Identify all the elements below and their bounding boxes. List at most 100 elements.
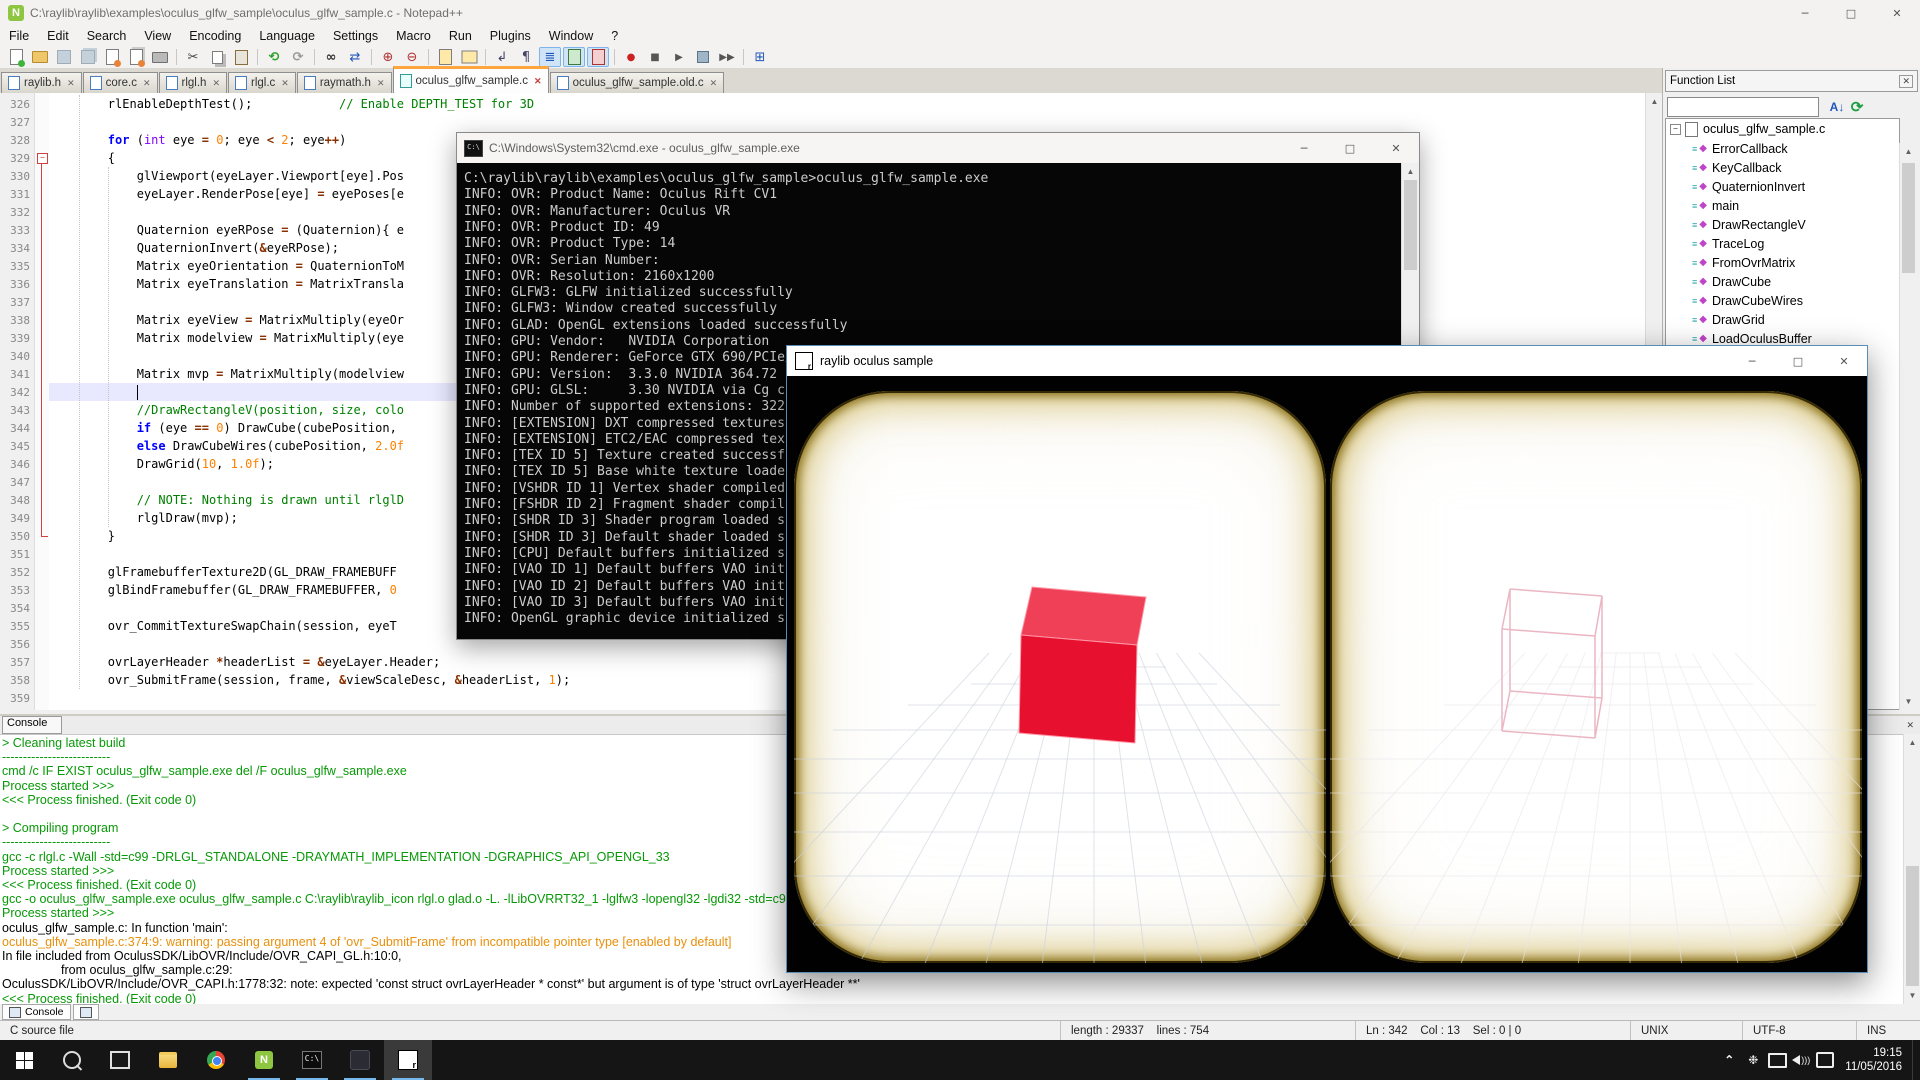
function-list-icon[interactable] xyxy=(587,47,609,67)
console-scrollbar[interactable]: ▲ ▼ xyxy=(1903,734,1920,1004)
doc-switcher-icon[interactable]: ⊞ xyxy=(749,47,771,67)
hidden-icons-chevron[interactable]: ⌃ xyxy=(1717,1040,1741,1080)
menu-plugins[interactable]: Plugins xyxy=(481,27,540,45)
fold-margin[interactable] xyxy=(35,93,49,710)
function-item-main[interactable]: ≡◆main xyxy=(1666,196,1899,215)
zoom-out-icon[interactable]: ⊖ xyxy=(401,47,423,67)
action-center-icon[interactable] xyxy=(1813,1040,1837,1080)
tab-raylib.h[interactable]: raylib.h✕ xyxy=(1,72,82,93)
taskbar-oculus-app[interactable] xyxy=(336,1040,384,1080)
taskbar-start[interactable] xyxy=(0,1040,48,1080)
sync-vertical-icon[interactable] xyxy=(434,47,456,67)
paste-icon[interactable] xyxy=(230,47,252,67)
taskbar-notepadpp[interactable]: N xyxy=(240,1040,288,1080)
tab-close-icon[interactable]: ✕ xyxy=(281,78,289,89)
function-item-DrawCubeWires[interactable]: ≡◆DrawCubeWires xyxy=(1666,291,1899,310)
tab-rlgl.c[interactable]: rlgl.c✕ xyxy=(228,72,296,93)
play-macro-icon[interactable]: ▶ xyxy=(668,47,690,67)
indent-guide-icon[interactable]: ≣ xyxy=(539,47,561,67)
menu-settings[interactable]: Settings xyxy=(324,27,387,45)
cmd-titlebar[interactable]: C:\ C:\Windows\System32\cmd.exe - oculus… xyxy=(457,133,1419,163)
function-item-DrawCube[interactable]: ≡◆DrawCube xyxy=(1666,272,1899,291)
undo-icon[interactable]: ⟲ xyxy=(263,47,285,67)
menu-encoding[interactable]: Encoding xyxy=(180,27,250,45)
tab-close-icon[interactable]: ✕ xyxy=(377,78,385,89)
close-all-icon[interactable] xyxy=(125,47,147,67)
zoom-in-icon[interactable]: ⊕ xyxy=(377,47,399,67)
save-macro-icon[interactable] xyxy=(692,47,714,67)
refresh-icon[interactable]: ⟳ xyxy=(1847,97,1867,117)
find-icon[interactable]: ∞ xyxy=(320,47,342,67)
word-wrap-icon[interactable]: ↲ xyxy=(491,47,513,67)
run-macro-multi-icon[interactable]: ▶▶ xyxy=(716,47,738,67)
taskbar-task-view[interactable] xyxy=(96,1040,144,1080)
maximize-button[interactable]: □ xyxy=(1828,0,1874,26)
new-file-icon[interactable] xyxy=(5,47,27,67)
settings-gear-icon[interactable]: ❉ xyxy=(1741,1040,1765,1080)
cmd-maximize-button[interactable]: □ xyxy=(1327,133,1373,163)
minimize-button[interactable]: ─ xyxy=(1782,0,1828,26)
show-all-chars-icon[interactable]: ¶ xyxy=(515,47,537,67)
tab-close-icon[interactable]: ✕ xyxy=(143,78,151,89)
taskbar-cmd[interactable]: C:\ xyxy=(288,1040,336,1080)
menu-macro[interactable]: Macro xyxy=(387,27,440,45)
record-macro-icon[interactable]: ● xyxy=(620,47,642,67)
cmd-close-button[interactable]: ✕ xyxy=(1373,133,1419,163)
save-file-icon[interactable] xyxy=(53,47,75,67)
doc-map-icon[interactable] xyxy=(563,47,585,67)
taskbar-raylib[interactable]: r xyxy=(384,1040,432,1080)
function-item-DrawRectangleV[interactable]: ≡◆DrawRectangleV xyxy=(1666,215,1899,234)
replace-icon[interactable]: ⇄ xyxy=(344,47,366,67)
menu-view[interactable]: View xyxy=(135,27,180,45)
tab-oculus_glfw_sample.old.c[interactable]: oculus_glfw_sample.old.c✕ xyxy=(550,72,725,93)
save-all-icon[interactable] xyxy=(77,47,99,67)
menu-language[interactable]: Language xyxy=(250,27,324,45)
raylib-close-button[interactable]: ✕ xyxy=(1821,346,1867,376)
notepadpp-titlebar[interactable]: N C:\raylib\raylib\examples\oculus_glfw_… xyxy=(0,0,1920,27)
function-item-KeyCallback[interactable]: ≡◆KeyCallback xyxy=(1666,158,1899,177)
close-button[interactable]: ✕ xyxy=(1874,0,1920,26)
raylib-titlebar[interactable]: r raylib oculus sample ─ □ ✕ xyxy=(787,346,1867,376)
taskbar-clock[interactable]: 19:15 11/05/2016 xyxy=(1837,1046,1912,1074)
tree-collapse-icon[interactable]: − xyxy=(1670,124,1681,135)
tab-raymath.h[interactable]: raymath.h✕ xyxy=(297,72,392,93)
menu-run[interactable]: Run xyxy=(440,27,481,45)
menu-search[interactable]: Search xyxy=(78,27,136,45)
fold-collapse-icon[interactable]: − xyxy=(37,153,48,164)
menu-window[interactable]: Window xyxy=(540,27,602,45)
menu-file[interactable]: File xyxy=(0,27,38,45)
function-item-FromOvrMatrix[interactable]: ≡◆FromOvrMatrix xyxy=(1666,253,1899,272)
menu-edit[interactable]: Edit xyxy=(38,27,78,45)
cmd-minimize-button[interactable]: ─ xyxy=(1281,133,1327,163)
tab-rlgl.h[interactable]: rlgl.h✕ xyxy=(159,72,227,93)
sync-horizontal-icon[interactable] xyxy=(458,47,480,67)
print-icon[interactable] xyxy=(149,47,171,67)
taskbar-search[interactable] xyxy=(48,1040,96,1080)
function-list-close-icon[interactable]: ✕ xyxy=(1899,75,1913,88)
function-item-QuaternionInvert[interactable]: ≡◆QuaternionInvert xyxy=(1666,177,1899,196)
console-close-icon[interactable]: ✕ xyxy=(1906,720,1914,731)
tab-oculus_glfw_sample.c[interactable]: oculus_glfw_sample.c✕ xyxy=(393,66,549,93)
dock-tab-console[interactable]: Console xyxy=(2,1004,71,1020)
function-item-TraceLog[interactable]: ≡◆TraceLog xyxy=(1666,234,1899,253)
sort-az-icon[interactable]: A↓ xyxy=(1827,97,1847,117)
function-list-scrollbar[interactable]: ▲ ▼ xyxy=(1899,143,1917,710)
open-file-icon[interactable] xyxy=(29,47,51,67)
function-search-input[interactable] xyxy=(1667,97,1819,117)
raylib-minimize-button[interactable]: ─ xyxy=(1729,346,1775,376)
volume-icon[interactable]: ))) xyxy=(1789,1040,1813,1080)
network-icon[interactable] xyxy=(1765,1040,1789,1080)
taskbar-chrome[interactable] xyxy=(192,1040,240,1080)
raylib-maximize-button[interactable]: □ xyxy=(1775,346,1821,376)
tab-close-icon[interactable]: ✕ xyxy=(67,78,75,89)
tab-close-icon[interactable]: ✕ xyxy=(534,76,542,87)
menu-help[interactable]: ? xyxy=(602,27,627,45)
close-file-icon[interactable] xyxy=(101,47,123,67)
stop-macro-icon[interactable]: ■ xyxy=(644,47,666,67)
redo-icon[interactable]: ⟳ xyxy=(287,47,309,67)
tab-close-icon[interactable]: ✕ xyxy=(212,78,220,89)
show-desktop-button[interactable] xyxy=(1912,1040,1920,1080)
tab-core.c[interactable]: core.c✕ xyxy=(83,72,158,93)
cut-icon[interactable]: ✂ xyxy=(182,47,204,67)
copy-icon[interactable] xyxy=(206,47,228,67)
